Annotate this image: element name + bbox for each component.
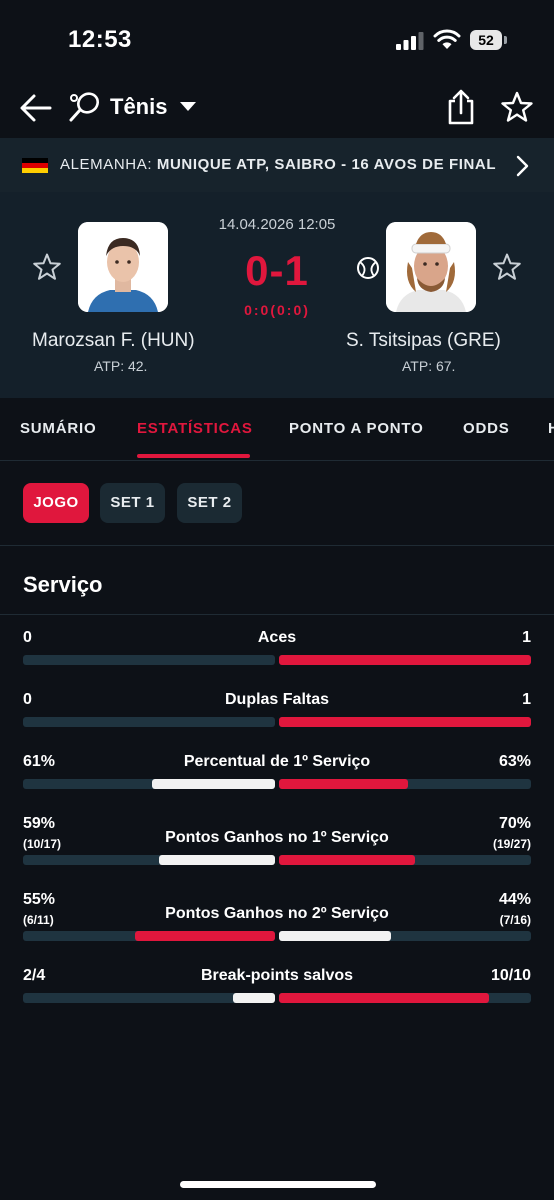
tab-ponto-a-ponto[interactable]: PONTO A PONTO	[289, 420, 424, 437]
stat-away-bar	[279, 779, 408, 789]
chevron-right-icon[interactable]	[514, 154, 530, 178]
tennis-racket-icon[interactable]	[68, 90, 102, 124]
stat-home-bar-track	[23, 855, 275, 865]
stat-away-bar-track	[279, 993, 531, 1003]
stat-away-bar	[279, 717, 531, 727]
stat-away-value: 10/10	[490, 967, 531, 984]
stat-away-bar	[279, 655, 531, 665]
stat-label: Aces	[257, 629, 297, 646]
tab-sumario[interactable]: SUMÁRIO	[20, 420, 96, 437]
stat-away-value: 1	[522, 691, 531, 708]
stat-away-value: 63%	[498, 753, 531, 770]
stat-away-value: 70%	[498, 815, 531, 832]
stat-away-bar-track	[279, 931, 531, 941]
stat-away-bar-track	[279, 779, 531, 789]
stat-away-detail: (19/27)	[492, 837, 531, 851]
period-filters: JOGO SET 1 SET 2	[0, 461, 554, 546]
stat-home-bar	[232, 993, 275, 1003]
stat-home-bar-track	[23, 993, 275, 1003]
stat-home-bar-track	[23, 655, 275, 665]
stat-label: Percentual de 1º Serviço	[183, 753, 371, 770]
stat-home-bar-track	[23, 717, 275, 727]
home-player-name[interactable]: Marozsan F. (HUN)	[32, 330, 195, 352]
tab-estatisticas[interactable]: ESTATÍSTICAS	[137, 420, 253, 437]
stat-away-bar	[279, 855, 416, 865]
stat-home-bar	[151, 779, 275, 789]
match-tabs: SUMÁRIO ESTATÍSTICAS PONTO A PONTO ODDS …	[0, 398, 554, 461]
stat-home-bar	[134, 931, 275, 941]
stat-away-value: 1	[522, 629, 531, 646]
active-tab-indicator	[137, 454, 250, 458]
share-icon[interactable]	[444, 88, 478, 126]
stat-away-bar	[279, 993, 489, 1003]
section-divider	[0, 614, 554, 615]
filter-set-2[interactable]: SET 2	[177, 483, 242, 523]
battery-level: 52	[470, 30, 502, 50]
star-icon[interactable]	[500, 90, 534, 124]
stat-away-detail: (7/16)	[499, 913, 531, 927]
sport-selector[interactable]: Tênis	[110, 94, 167, 120]
tab-odds[interactable]: ODDS	[463, 420, 510, 437]
stat-label: Duplas Faltas	[224, 691, 330, 708]
germany-flag-icon	[22, 158, 48, 173]
cellular-signal-icon	[396, 32, 424, 50]
stat-label: Pontos Ganhos no 2º Serviço	[165, 905, 389, 922]
serving-ball-icon	[357, 257, 379, 279]
stat-away-bar-track	[279, 655, 531, 665]
filter-set-1[interactable]: SET 1	[100, 483, 165, 523]
chevron-down-icon[interactable]	[180, 102, 196, 111]
app-header: Tênis	[0, 80, 554, 136]
stat-label: Break-points salvos	[200, 967, 354, 984]
wifi-icon	[433, 29, 461, 49]
stat-away-value: 44%	[498, 891, 531, 908]
stat-home-bar	[159, 855, 275, 865]
tournament-country: ALEMANHA:	[60, 156, 153, 173]
match-panel: 14.04.2026 12:05 0-1 0:0(0:0) Marozsan F…	[0, 192, 554, 398]
away-player-rank: ATP: 67.	[402, 358, 456, 374]
status-time: 12:53	[68, 26, 132, 53]
battery-icon: 52	[470, 30, 508, 50]
stat-home-bar-track	[23, 931, 275, 941]
back-arrow-icon[interactable]	[18, 90, 54, 126]
status-bar: 12:53 52	[0, 0, 554, 80]
home-indicator	[180, 1181, 376, 1188]
tournament-bar[interactable]: ALEMANHA: MUNIQUE ATP, SAIBRO - 16 AVOS …	[0, 138, 554, 192]
tab-h2h[interactable]: H	[548, 420, 554, 437]
favorite-away-star-icon[interactable]	[492, 252, 522, 282]
section-title: Serviço	[23, 572, 103, 597]
stat-label: Pontos Ganhos no 1º Serviço	[165, 829, 389, 846]
tournament-title: ALEMANHA: MUNIQUE ATP, SAIBRO - 16 AVOS …	[60, 156, 496, 173]
home-player-rank: ATP: 42.	[94, 358, 148, 374]
stat-away-bar-track	[279, 855, 531, 865]
stat-away-bar	[279, 931, 391, 941]
stat-home-bar-track	[23, 779, 275, 789]
away-player-avatar[interactable]	[386, 222, 476, 312]
stat-away-bar-track	[279, 717, 531, 727]
filter-jogo[interactable]: JOGO	[23, 483, 89, 523]
away-player-name[interactable]: S. Tsitsipas (GRE)	[346, 330, 501, 352]
tournament-name: MUNIQUE ATP, SAIBRO - 16 AVOS DE FINAL	[156, 156, 497, 173]
